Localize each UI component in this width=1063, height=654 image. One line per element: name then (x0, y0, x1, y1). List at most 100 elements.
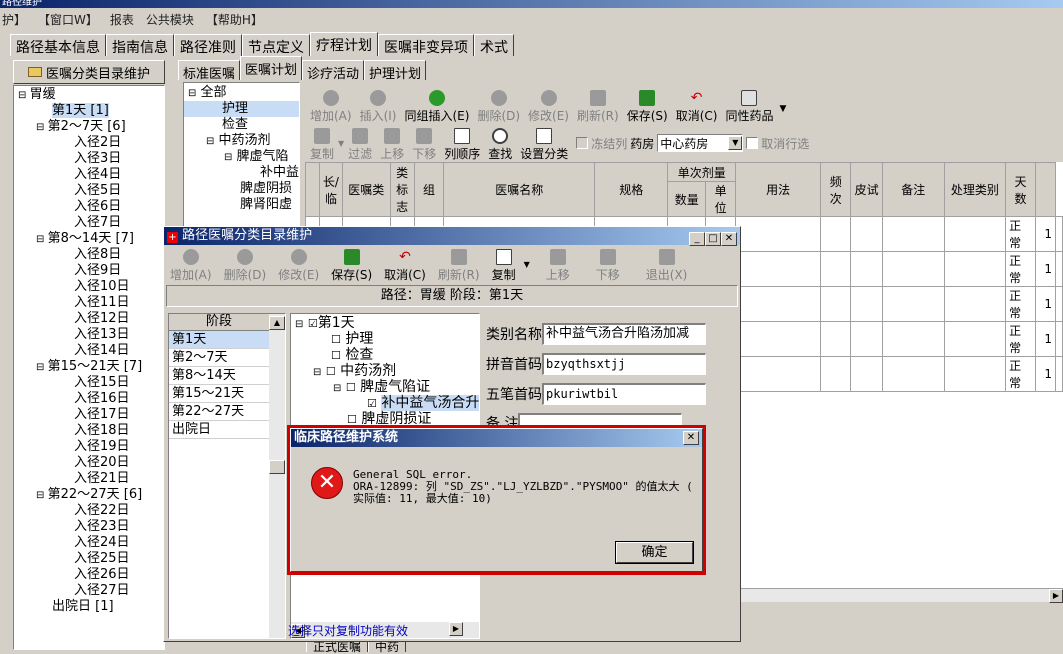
col-type-flag[interactable]: 类标志 (389, 162, 415, 217)
grid-cell[interactable] (820, 216, 852, 252)
tab-standard-orders[interactable]: 标准医嘱 (178, 60, 241, 82)
col-long-temp[interactable]: 长/临 (318, 162, 343, 217)
dlg-save-button[interactable]: 保存(S) (327, 249, 376, 283)
tab-path-rules[interactable]: 路径准则 (174, 34, 242, 56)
grid-cell[interactable] (943, 356, 1007, 392)
left-tree-node[interactable]: 入径22日 (14, 503, 164, 519)
dlg-add-button[interactable]: 增加(A) (166, 249, 216, 283)
grid-cell[interactable] (943, 321, 1007, 357)
column-order-button[interactable]: 列顺序 (440, 128, 484, 162)
days-cell[interactable]: 1 (1034, 216, 1057, 252)
stage-row[interactable]: 第8～14天 (169, 367, 269, 385)
cat-tree-node[interactable]: ⊟ ☑第1天 (291, 315, 479, 331)
dlg-exit-button[interactable]: 退出(X) (642, 249, 692, 283)
pharmacy-select[interactable]: 中心药房 ▼ (657, 134, 744, 152)
mid-tree-node[interactable]: ⊟ 脾虚气陷 (184, 149, 299, 165)
left-tree-node[interactable]: 入径9日 (14, 263, 164, 279)
left-tree-node[interactable]: 出院日 [1] (14, 599, 164, 615)
tab-guide[interactable]: 指南信息 (106, 34, 174, 56)
grid-cell[interactable] (882, 286, 945, 322)
tab-diagnosis-activity[interactable]: 诊疗活动 (302, 60, 365, 82)
mid-tree-node[interactable]: 检查 (184, 117, 299, 133)
cat-tree-node[interactable]: ☑ 补中益气汤合升 (291, 395, 479, 411)
menu-item-report[interactable]: 报表 (110, 11, 134, 28)
dlg-cancel-button[interactable]: ↶ 取消(C) (380, 249, 430, 283)
chevron-down-icon[interactable]: ▼ (779, 104, 786, 114)
chevron-down-icon[interactable]: ▼ (524, 260, 530, 269)
close-icon[interactable]: ✕ (721, 232, 737, 246)
scroll-right-icon[interactable]: ▶ (1049, 589, 1063, 603)
left-tree-node[interactable]: 入径15日 (14, 375, 164, 391)
grid-cell[interactable] (1055, 251, 1063, 287)
col-days[interactable]: 天数 (1005, 162, 1036, 217)
cat-tree-node[interactable]: ☐ 检查 (291, 347, 479, 363)
grid-cell[interactable] (882, 356, 945, 392)
close-icon[interactable]: ✕ (683, 431, 699, 445)
left-tree-node[interactable]: ⊟ 第8～14天 [7] (14, 231, 164, 247)
menu-item-window[interactable]: 【窗口W】 (38, 11, 98, 28)
grid-cell[interactable] (850, 286, 884, 322)
copy-button[interactable]: 复制 (306, 128, 338, 162)
category-name-field[interactable]: 补中益气汤合升陷汤加减 (542, 323, 706, 345)
left-tree-node[interactable]: 入径23日 (14, 519, 164, 535)
grid-cell[interactable] (882, 321, 945, 357)
refresh-button[interactable]: 刷新(R) (573, 90, 623, 124)
add-button[interactable]: 增加(A) (306, 90, 356, 124)
menu-item-public[interactable]: 公共模块 (146, 11, 194, 28)
same-drug-button[interactable]: 同性药品 (721, 90, 777, 124)
cancel-row-select-checkbox[interactable] (746, 137, 759, 149)
left-tree-node[interactable]: ⊟ 胃缓 (14, 87, 164, 103)
delete-button[interactable]: 删除(D) (473, 90, 524, 124)
left-tree-node[interactable]: 入径25日 (14, 551, 164, 567)
grid-cell[interactable] (882, 251, 945, 287)
left-tree-node[interactable]: 入径14日 (14, 343, 164, 359)
col-group[interactable]: 组 (413, 162, 445, 217)
col-dose-unit[interactable]: 单位 (705, 181, 737, 217)
tab-treatment-plan[interactable]: 疗程计划 (310, 32, 378, 56)
menu-item-maintain[interactable]: 护】 (2, 11, 26, 28)
grid-cell[interactable] (735, 356, 822, 392)
tab-node-def[interactable]: 节点定义 (242, 34, 310, 56)
left-tree-node[interactable]: 入径2日 (14, 135, 164, 151)
dlg-delete-button[interactable]: 删除(D) (220, 249, 271, 283)
ok-button[interactable]: 确定 (615, 541, 694, 564)
stage-row[interactable]: 出院日 (169, 421, 269, 439)
grid-cell[interactable] (820, 251, 852, 287)
days-cell[interactable]: 1 (1034, 356, 1057, 392)
left-tree-node[interactable]: 入径8日 (14, 247, 164, 263)
grid-cell[interactable] (850, 356, 884, 392)
stage-scrollbar[interactable]: ▲ (269, 314, 285, 638)
tab-surgery[interactable]: 术式 (474, 34, 514, 56)
dlg-move-up-button[interactable]: 上移 (542, 249, 574, 283)
left-tree-node[interactable]: 入径13日 (14, 327, 164, 343)
cat-tree-node[interactable]: ⊟ ☐ 脾虚气陷证 (291, 379, 479, 395)
maximize-icon[interactable]: □ (705, 232, 721, 246)
left-tree-node[interactable]: 入径7日 (14, 215, 164, 231)
left-tree-node[interactable]: 入径19日 (14, 439, 164, 455)
col-order-type[interactable]: 医嘱类 (341, 162, 391, 217)
cat-tree-node[interactable]: ⊟ ☐ 中药汤剂 (291, 363, 479, 379)
process-type-cell[interactable]: 正常 (1005, 356, 1036, 392)
mid-tree-node[interactable]: 脾虚阴损 (184, 181, 299, 197)
tab-order-plan[interactable]: 医嘱计划 (240, 56, 303, 80)
left-tree-node[interactable]: ⊟ 第15～21天 [7] (14, 359, 164, 375)
tab-order-variance[interactable]: 医嘱非变异项 (378, 34, 474, 56)
dlg-refresh-button[interactable]: 刷新(R) (434, 249, 484, 283)
mid-tree-node[interactable]: 护理 (184, 101, 299, 117)
left-tree-node[interactable]: 入径4日 (14, 167, 164, 183)
grid-cell[interactable] (735, 216, 822, 252)
save-button[interactable]: 保存(S) (623, 90, 672, 124)
left-tree-node[interactable]: 入径24日 (14, 535, 164, 551)
menu-item-help[interactable]: 【帮助H】 (206, 11, 263, 28)
left-tree-node[interactable]: 入径27日 (14, 583, 164, 599)
left-tree-node[interactable]: 入径16日 (14, 391, 164, 407)
left-tree-node[interactable]: ⊟ 第22～27天 [6] (14, 487, 164, 503)
cat-tree-node[interactable]: ☐ 护理 (291, 331, 479, 347)
left-tree-node[interactable]: 入径21日 (14, 471, 164, 487)
group-insert-button[interactable]: 同组插入(E) (400, 90, 473, 124)
left-tree-node[interactable]: 第1天 [1] (14, 103, 164, 119)
mid-tree-node[interactable]: 脾肾阳虚 (184, 197, 299, 213)
grid-cell[interactable] (882, 216, 945, 252)
mid-tree-node[interactable]: 补中益 (184, 165, 299, 181)
days-cell[interactable]: 1 (1034, 251, 1057, 287)
